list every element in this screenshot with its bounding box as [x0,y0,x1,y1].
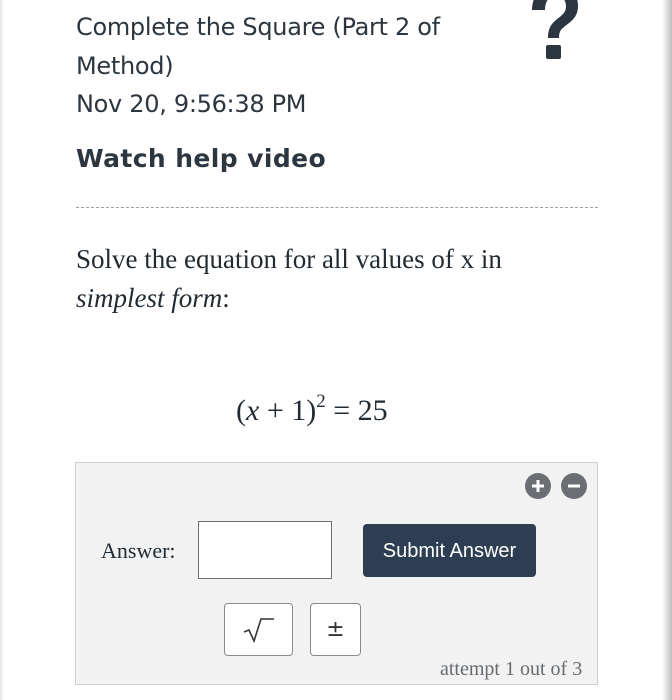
equation: (x + 1)2 = 25 [236,380,388,433]
plus-minus-button[interactable]: ± [310,603,361,656]
plus-minus-label: ± [326,617,345,642]
timestamp: Nov 20, 9:56:38 PM [76,90,307,118]
page-left-edge [0,0,4,700]
equation-exponent: 2 [316,391,326,412]
submit-answer-button[interactable]: Submit Answer [363,524,536,577]
answer-label: Answer: [101,538,176,563]
equation-plus-term: + 1) [259,394,317,427]
page-right-shadow [662,0,672,700]
question-mark-icon[interactable] [526,0,582,62]
zoom-out-button[interactable] [561,473,587,499]
minus-circle-icon [568,484,580,488]
question-suffix: : [222,283,230,313]
page-title: Complete the Square (Part 2 of Method) [76,13,440,80]
square-root-icon [243,617,274,643]
plus-circle-icon [532,480,544,492]
equation-rhs: 25 [357,394,388,427]
equation-variable: x [246,394,260,427]
equation-open-paren: ( [236,394,246,427]
square-root-button[interactable] [224,603,293,656]
zoom-in-button[interactable] [525,473,551,499]
equation-equals: = [325,394,358,427]
attempt-counter: attempt 1 out of 3 [440,658,583,680]
section-divider [76,207,598,208]
question-emphasis: simplest form [76,283,223,313]
question-prompt: Solve the equation for all values of x i… [76,240,576,318]
answer-input[interactable] [198,521,332,579]
watch-help-video-link[interactable]: Watch help video [76,141,326,177]
question-text: Solve the equation for all values of x i… [76,244,502,274]
